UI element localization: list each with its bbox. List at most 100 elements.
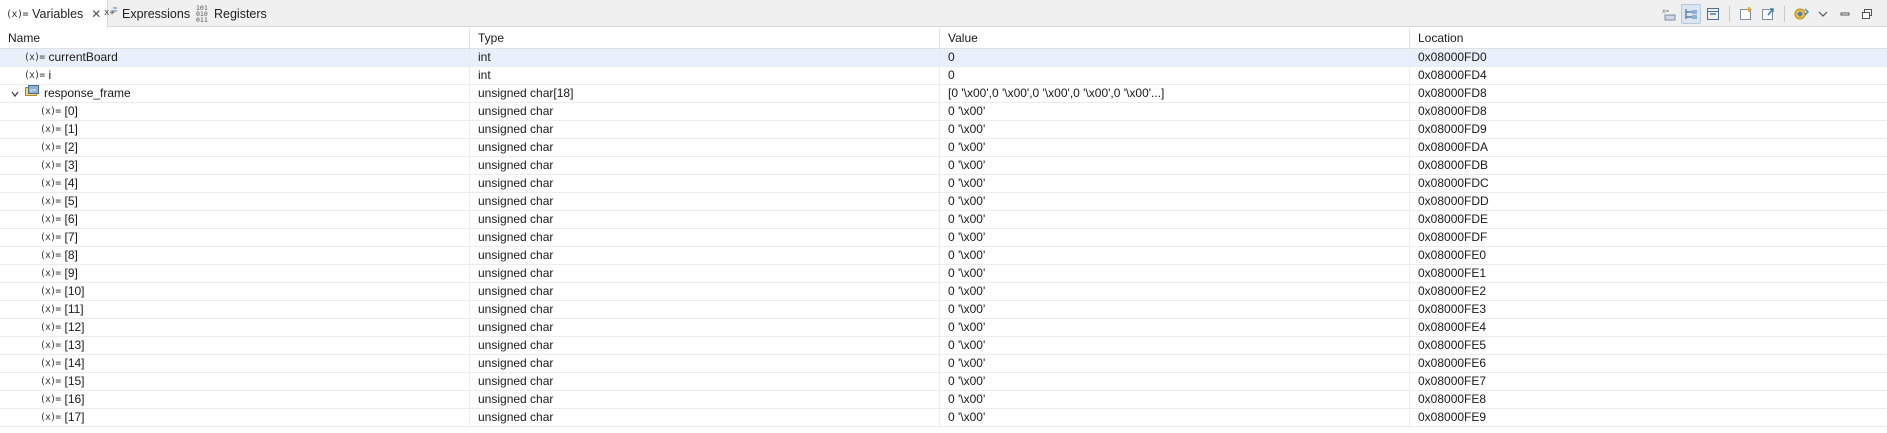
table-row[interactable]: (x)= [7] unsigned char 0 '\x00' 0x08000FDF [0,229,1887,247]
table-row[interactable]: (x)= [14] unsigned char 0 '\x00' 0x08000FE6 [0,355,1887,373]
name-content: (x)= [16] [40,391,469,408]
value-cell[interactable]: 0 [940,67,1410,84]
minimize-button[interactable] [1835,4,1855,24]
name-cell[interactable]: x= response_frame [0,85,470,102]
tab-variables[interactable]: (x)= Variables ✕ [0,0,109,28]
name-cell[interactable]: (x)= [17] [0,409,470,426]
variable-icon: (x)= [40,214,61,225]
value-cell[interactable]: 0 '\x00' [940,211,1410,228]
value-cell[interactable]: 0 '\x00' [940,103,1410,120]
variable-name: [6] [64,212,78,226]
name-cell[interactable]: (x)= [12] [0,319,470,336]
name-cell[interactable]: (x)= currentBoard [0,49,470,66]
name-cell[interactable]: (x)= [4] [0,175,470,192]
view-menu-icon [1818,11,1828,17]
table-row[interactable]: (x)= [4] unsigned char 0 '\x00' 0x08000FDC [0,175,1887,193]
name-cell[interactable]: (x)= [2] [0,139,470,156]
table-row[interactable]: (x)= i int 0 0x08000FD4 [0,67,1887,85]
show-type-names-button[interactable]: x= [1659,4,1679,24]
expressions-icon: x+ [104,5,118,22]
name-cell[interactable]: (x)= [7] [0,229,470,246]
type-cell: unsigned char [470,157,940,174]
tab-expressions[interactable]: x+ Expressions [104,0,190,27]
name-cell[interactable]: (x)= [16] [0,391,470,408]
table-row[interactable]: (x)= [5] unsigned char 0 '\x00' 0x08000FDD [0,193,1887,211]
value-cell[interactable]: 0 '\x00' [940,247,1410,264]
value-cell[interactable]: 0 '\x00' [940,229,1410,246]
name-cell[interactable]: (x)= [3] [0,157,470,174]
table-row[interactable]: (x)= [1] unsigned char 0 '\x00' 0x08000FD9 [0,121,1887,139]
type-cell: int [470,67,940,84]
view-menu-button[interactable] [1813,4,1833,24]
name-content: (x)= [12] [40,319,469,336]
type-cell: unsigned char[18] [470,85,940,102]
add-global-variables-button[interactable] [1736,4,1756,24]
name-cell[interactable]: (x)= [14] [0,355,470,372]
close-icon[interactable]: ✕ [91,8,101,20]
name-cell[interactable]: (x)= [0] [0,103,470,120]
name-cell[interactable]: (x)= [5] [0,193,470,210]
value-cell[interactable]: 0 '\x00' [940,175,1410,192]
column-header-type[interactable]: Type [470,28,940,48]
value-cell[interactable]: 0 '\x00' [940,283,1410,300]
column-header-name[interactable]: Name [0,28,470,48]
table-row[interactable]: (x)= [3] unsigned char 0 '\x00' 0x08000FDB [0,157,1887,175]
tab-registers[interactable]: 101 010 011 Registers [196,0,267,27]
maximize-button[interactable] [1857,4,1877,24]
table-row[interactable]: (x)= [6] unsigned char 0 '\x00' 0x08000FDE [0,211,1887,229]
name-cell[interactable]: (x)= [1] [0,121,470,138]
variable-name: [2] [64,140,78,154]
tab-registers-label: Registers [214,6,267,21]
name-cell[interactable]: (x)= [8] [0,247,470,264]
value-cell[interactable]: 0 '\x00' [940,301,1410,318]
name-cell[interactable]: (x)= [11] [0,301,470,318]
name-cell[interactable]: (x)= i [0,67,470,84]
tab-variables-label: Variables [32,7,84,21]
value-cell[interactable]: 0 '\x00' [940,373,1410,390]
value-cell[interactable]: 0 '\x00' [940,157,1410,174]
value-cell[interactable]: 0 '\x00' [940,337,1410,354]
table-row[interactable]: (x)= [8] unsigned char 0 '\x00' 0x08000FE0 [0,247,1887,265]
name-cell[interactable]: (x)= [13] [0,337,470,354]
table-row[interactable]: (x)= [13] unsigned char 0 '\x00' 0x08000FE5 [0,337,1887,355]
value-cell[interactable]: 0 '\x00' [940,391,1410,408]
name-cell[interactable]: (x)= [6] [0,211,470,228]
restore-default-button[interactable] [1791,4,1811,24]
location-cell: 0x08000FE0 [1418,248,1487,262]
remove-global-variables-button[interactable] [1758,4,1778,24]
table-row[interactable]: (x)= [16] unsigned char 0 '\x00' 0x08000FE8 [0,391,1887,409]
tab-expressions-label: Expressions [122,6,191,21]
table-row[interactable]: (x)= [2] unsigned char 0 '\x00' 0x08000FDA [0,139,1887,157]
name-cell[interactable]: (x)= [10] [0,283,470,300]
collapse-all-button[interactable] [1703,4,1723,24]
name-cell[interactable]: (x)= [9] [0,265,470,282]
table-row[interactable]: (x)= [15] unsigned char 0 '\x00' 0x08000FE7 [0,373,1887,391]
column-header-location[interactable]: Location [1410,28,1887,48]
value-cell[interactable]: 0 '\x00' [940,319,1410,336]
table-row[interactable]: (x)= [17] unsigned char 0 '\x00' 0x08000FE9 [0,409,1887,427]
value-cell[interactable]: 0 [940,49,1410,66]
value-cell[interactable]: 0 '\x00' [940,409,1410,426]
value-cell[interactable]: 0 '\x00' [940,355,1410,372]
show-logical-structure-button[interactable] [1681,4,1701,24]
variable-name: response_frame [44,86,131,100]
show-logical-structure-icon [1685,9,1697,19]
chevron-down-icon[interactable] [10,89,20,99]
table-row[interactable]: (x)= [11] unsigned char 0 '\x00' 0x08000FE3 [0,301,1887,319]
name-cell[interactable]: (x)= [15] [0,373,470,390]
value-cell[interactable]: [0 '\x00',0 '\x00',0 '\x00',0 '\x00',0 '… [940,85,1410,102]
variable-name: [3] [64,158,78,172]
location-cell: 0x08000FD9 [1418,122,1487,136]
table-row[interactable]: (x)= [12] unsigned char 0 '\x00' 0x08000FE4 [0,319,1887,337]
value-cell[interactable]: 0 '\x00' [940,121,1410,138]
table-row[interactable]: x= response_frame unsigned char[18] [0 '\x0… [0,85,1887,103]
value-cell[interactable]: 0 '\x00' [940,139,1410,156]
table-row[interactable]: (x)= currentBoard int 0 0x08000FD0 [0,49,1887,67]
table-row[interactable]: (x)= [9] unsigned char 0 '\x00' 0x08000FE1 [0,265,1887,283]
table-row[interactable]: (x)= [0] unsigned char 0 '\x00' 0x08000FD8 [0,103,1887,121]
table-row[interactable]: (x)= [10] unsigned char 0 '\x00' 0x08000FE2 [0,283,1887,301]
column-header-value[interactable]: Value [940,28,1410,48]
value-cell[interactable]: 0 '\x00' [940,265,1410,282]
view-tab-strip: (x)= Variables ✕ x+ Expressions 101 010 01… [0,0,1887,28]
value-cell[interactable]: 0 '\x00' [940,193,1410,210]
